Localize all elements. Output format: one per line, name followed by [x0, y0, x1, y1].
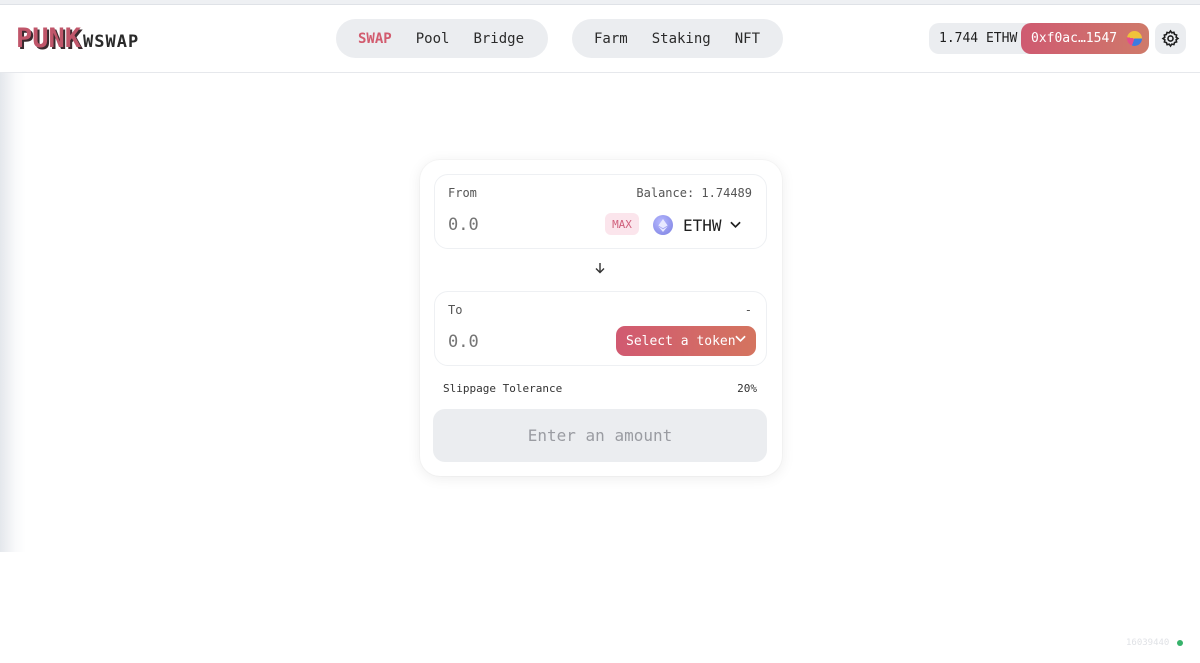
settings-button[interactable]: [1155, 23, 1186, 54]
from-label: From: [448, 186, 477, 200]
slippage-label: Slippage Tolerance: [443, 382, 563, 395]
nav-swap[interactable]: SWAP: [358, 31, 392, 47]
chevron-down-icon: [729, 221, 741, 229]
nav-nft[interactable]: NFT: [735, 31, 760, 47]
block-status: 16039440: [1126, 638, 1184, 648]
wallet-address: 0xf0ac…1547: [1031, 31, 1118, 46]
from-token-selector[interactable]: ETHW: [653, 213, 741, 237]
chevron-down-icon: [735, 335, 746, 343]
select-token-button[interactable]: Select a token: [616, 326, 756, 356]
nav-farm[interactable]: Farm: [594, 31, 628, 47]
block-number: 16039440: [1126, 638, 1170, 648]
from-token-name: ETHW: [683, 215, 722, 235]
to-amount-input[interactable]: [448, 332, 598, 352]
wallet-address-button[interactable]: 0xf0ac…1547: [1021, 23, 1149, 54]
logo-wordmark-small: WSWAP: [83, 32, 140, 52]
logo-wordmark-big: PUNK: [16, 23, 82, 54]
primary-nav: SWAP Pool Bridge: [336, 19, 548, 58]
swap-direction-arrow-icon[interactable]: [593, 261, 607, 275]
nav-bridge[interactable]: Bridge: [473, 31, 524, 47]
wallet-widget: 1.744 ETHW 0xf0ac…1547: [929, 23, 1149, 54]
left-edge-shadow: [0, 72, 26, 552]
nav-pool[interactable]: Pool: [416, 31, 450, 47]
to-balance: -: [744, 303, 752, 317]
max-button[interactable]: MAX: [605, 213, 639, 235]
select-token-label: Select a token: [626, 333, 736, 349]
to-token-panel: To - Select a token: [434, 291, 767, 366]
wallet-avatar-icon: [1127, 31, 1142, 46]
from-amount-input[interactable]: [448, 215, 598, 235]
to-label: To: [448, 303, 463, 317]
status-dot-icon: [1177, 640, 1184, 646]
slippage-value[interactable]: 20%: [737, 382, 757, 395]
top-navigation-bar: PUNK WSWAP SWAP Pool Bridge Farm Staking…: [0, 5, 1200, 73]
enter-amount-button[interactable]: Enter an amount: [433, 409, 767, 462]
swap-card: From Balance: 1.74489 MAX ETHW To - Sele…: [420, 160, 782, 476]
brand-logo[interactable]: PUNK WSWAP: [16, 23, 139, 53]
gear-icon: [1161, 29, 1180, 48]
nav-staking[interactable]: Staking: [652, 31, 711, 47]
from-token-panel: From Balance: 1.74489 MAX ETHW: [434, 174, 767, 249]
secondary-nav: Farm Staking NFT: [572, 19, 783, 58]
wallet-balance: 1.744 ETHW: [939, 31, 1018, 46]
ethw-token-icon: [653, 215, 673, 235]
from-balance: Balance: 1.74489: [636, 186, 752, 200]
